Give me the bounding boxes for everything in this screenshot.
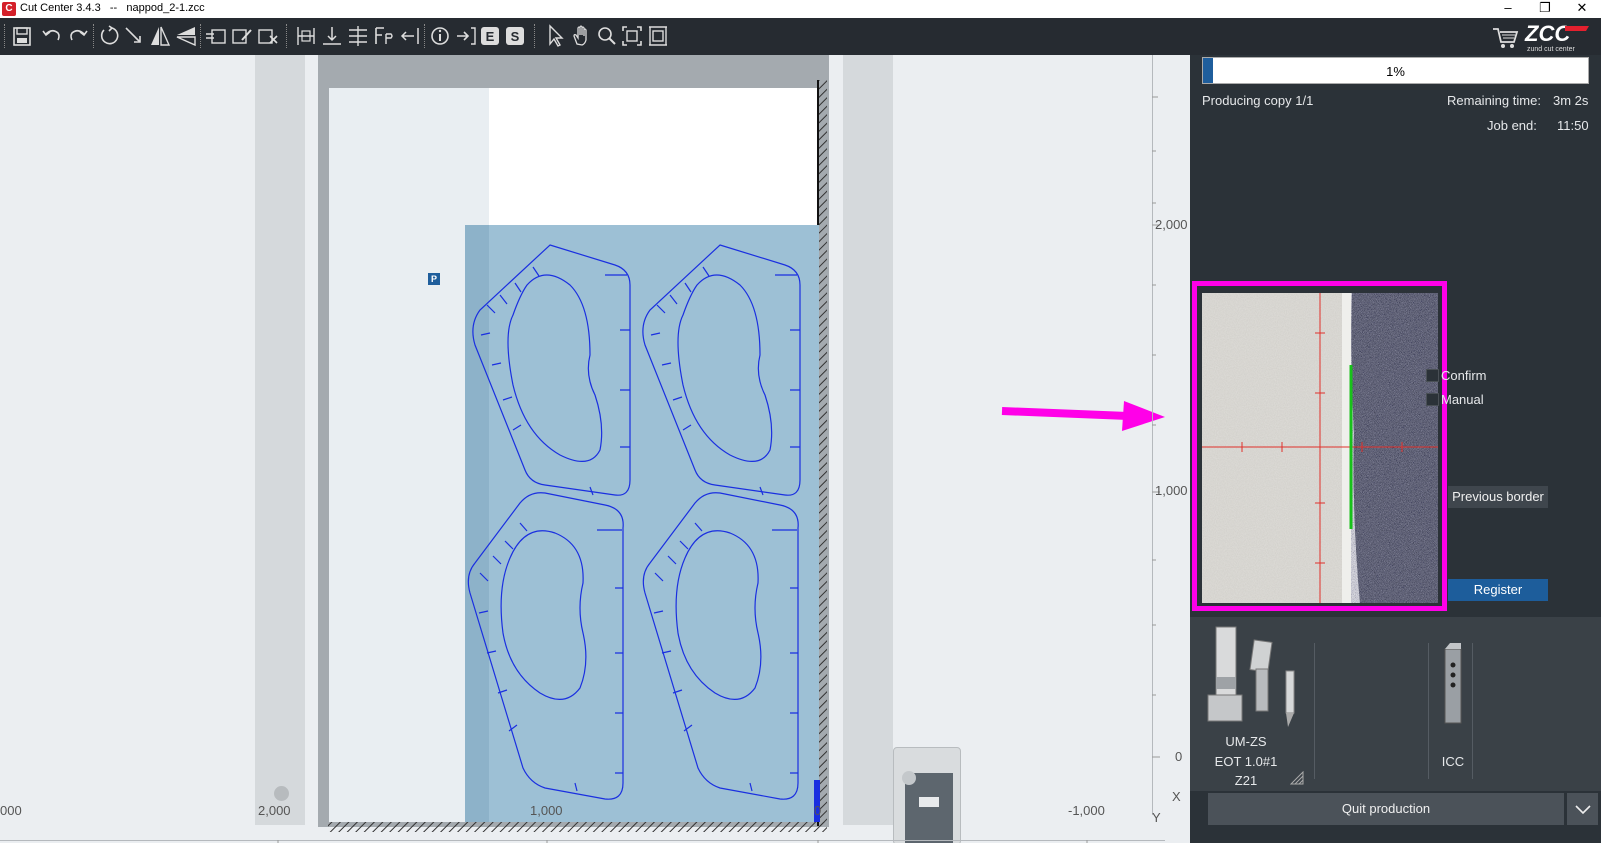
fp-marker-icon[interactable] <box>372 22 396 50</box>
info-icon[interactable] <box>428 22 452 50</box>
producing-copy-label: Producing copy 1/1 <box>1202 93 1314 108</box>
toolbar-separator <box>200 24 202 48</box>
toolbar-separator <box>424 24 426 48</box>
manual-checkbox[interactable] <box>1426 393 1439 406</box>
mirror-vertical-icon[interactable] <box>148 22 172 50</box>
close-button[interactable]: ✕ <box>1564 0 1600 18</box>
e-mode-icon[interactable]: E <box>478 22 502 50</box>
distribute-icon[interactable] <box>346 22 370 50</box>
production-panel: 1% Producing copy 1/1 Remaining time: 3m… <box>1190 55 1601 843</box>
quit-production-button[interactable]: Quit production <box>1208 793 1564 825</box>
hand-pan-icon[interactable] <box>570 22 594 50</box>
chevron-down-icon <box>1575 805 1591 815</box>
y-tick-label: 2,000 <box>1155 217 1188 232</box>
restore-button[interactable]: ❐ <box>1527 0 1563 18</box>
x-tick-label: 1,000 <box>530 803 563 818</box>
delete-path-icon[interactable] <box>256 22 280 50</box>
svg-text:E: E <box>486 29 495 44</box>
toolbar-separator <box>286 24 288 48</box>
tool-slot-um-zs[interactable]: UM-ZS EOT 1.0#1 Z21 <box>1190 617 1304 788</box>
border-icon[interactable] <box>398 22 422 50</box>
remaining-time-value: 3m 2s <box>1553 93 1589 108</box>
y-tick-label: 1,000 <box>1155 483 1188 498</box>
save-icon[interactable] <box>10 22 34 50</box>
zcc-logo-text: ZCC <box>1524 21 1571 46</box>
app-icon: C <box>2 2 16 16</box>
x-axis-label: X <box>1172 789 1181 804</box>
minimize-button[interactable]: – <box>1490 0 1526 18</box>
x-tick-label: 2,000 <box>258 803 291 818</box>
tool-settings-corner-icon[interactable] <box>1290 771 1304 785</box>
x-tick-label: 0 <box>814 803 822 818</box>
rotate-icon[interactable] <box>98 22 122 50</box>
toolbar-separator <box>534 24 536 48</box>
redo-icon[interactable] <box>66 22 90 50</box>
x-tick-label: -1,000 <box>1068 803 1105 818</box>
universal-module-icon <box>1207 626 1295 727</box>
confirm-checkbox[interactable] <box>1426 369 1439 382</box>
window-title: Cut Center 3.4.3 -- nappod_2-1.zcc <box>20 2 205 14</box>
toolbar-separator <box>93 24 95 48</box>
import-icon[interactable] <box>454 22 478 50</box>
toolbar-grip <box>4 24 6 48</box>
job-end-label: Job end: <box>1487 118 1537 133</box>
register-button[interactable]: Register <box>1448 579 1548 601</box>
zcc-logo-subtitle: zund cut center <box>1527 46 1576 53</box>
confirm-label: Confirm <box>1441 368 1487 383</box>
tool-name: UM-ZS <box>1225 734 1267 749</box>
nest-icon[interactable] <box>320 22 344 50</box>
pointer-icon[interactable] <box>544 22 568 50</box>
progress-bar: 1% <box>1202 57 1589 84</box>
remaining-time-label: Remaining time: <box>1447 93 1541 108</box>
lead-in-icon[interactable] <box>204 22 228 50</box>
progress-text: 1% <box>1386 64 1405 79</box>
x-tick-label: 000 <box>0 803 22 818</box>
title-bar: C Cut Center 3.4.3 -- nappod_2-1.zcc – ❐… <box>0 0 1601 18</box>
svg-text:S: S <box>511 29 520 44</box>
s-mode-icon[interactable]: S <box>503 22 527 50</box>
quit-options-dropdown[interactable] <box>1566 793 1598 825</box>
ruler-ticks <box>277 96 1160 843</box>
camera-image <box>1202 293 1438 603</box>
undo-icon[interactable] <box>40 22 64 50</box>
tool-slot-icc[interactable]: ICC <box>1428 617 1468 787</box>
tool-strip: UM-ZS EOT 1.0#1 Z21 ICC <box>1190 617 1601 791</box>
y-axis-label: Y <box>1152 810 1161 825</box>
tool-blade: Z21 <box>1234 773 1258 788</box>
tool-name: ICC <box>1441 754 1465 769</box>
previous-border-button[interactable]: Previous border <box>1448 486 1548 508</box>
icc-camera-icon <box>1444 643 1462 724</box>
zoom-fit-icon[interactable] <box>620 22 644 50</box>
y-tick-label: 0 <box>1175 749 1183 764</box>
mirror-horizontal-icon[interactable] <box>174 22 198 50</box>
manual-label: Manual <box>1441 392 1484 407</box>
edit-path-icon[interactable] <box>230 22 254 50</box>
tool-insert: EOT 1.0#1 <box>1214 754 1278 769</box>
job-end-value: 11:50 <box>1557 118 1589 133</box>
camera-view[interactable] <box>1192 281 1447 611</box>
main-toolbar: E S ZCC zund cut center <box>0 18 1601 55</box>
table-canvas[interactable]: P 000 2,000 1,000 0 -1,000 2,000 1,000 0… <box>0 55 1190 843</box>
move-diagonal-icon[interactable] <box>122 22 146 50</box>
align-icon[interactable] <box>294 22 318 50</box>
zcc-logo: ZCC zund cut center <box>1491 20 1591 53</box>
zoom-table-icon[interactable] <box>646 22 670 50</box>
zoom-icon[interactable] <box>595 22 619 50</box>
cart-icon[interactable] <box>1493 28 1519 48</box>
tool-separator <box>1472 643 1473 779</box>
tool-separator <box>1314 643 1315 779</box>
